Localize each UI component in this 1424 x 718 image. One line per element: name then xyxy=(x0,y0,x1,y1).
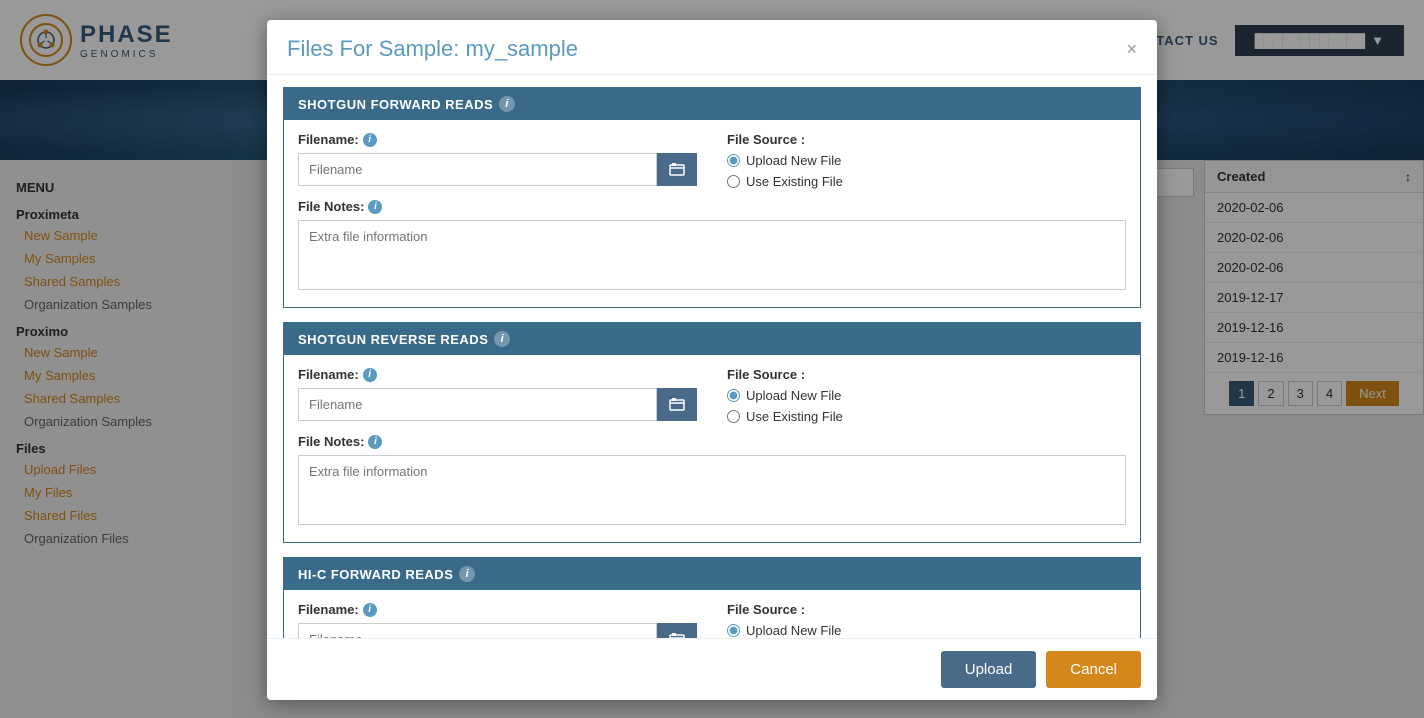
shotgun-forward-source-options: Upload New File Use Existing File xyxy=(727,153,1126,189)
hic-forward-info-icon[interactable]: i xyxy=(459,566,475,582)
shotgun-forward-filename-group: Filename: i xyxy=(298,132,697,189)
modal-close-button[interactable]: × xyxy=(1126,40,1137,58)
shotgun-reverse-body: Filename: i xyxy=(284,355,1140,542)
modal-header: Files For Sample: my_sample × xyxy=(267,20,1157,75)
shotgun-reverse-section: SHOTGUN REVERSE READS i Filename: i xyxy=(283,322,1141,543)
modal-overlay: Files For Sample: my_sample × SHOTGUN FO… xyxy=(0,0,1424,718)
sr-notes-info-icon[interactable]: i xyxy=(368,435,382,449)
shotgun-forward-upload-radio[interactable] xyxy=(727,154,740,167)
hic-forward-filename-input-row xyxy=(298,623,697,638)
shotgun-reverse-form-row: Filename: i xyxy=(298,367,1126,424)
shotgun-forward-filename-label: Filename: i xyxy=(298,132,697,147)
shotgun-reverse-browse-button[interactable] xyxy=(657,388,697,421)
shotgun-reverse-notes-label: File Notes: i xyxy=(298,434,1126,449)
upload-button[interactable]: Upload xyxy=(941,651,1037,688)
shotgun-reverse-info-icon[interactable]: i xyxy=(494,331,510,347)
shotgun-reverse-upload-option[interactable]: Upload New File xyxy=(727,388,1126,403)
sr-filename-info-icon[interactable]: i xyxy=(363,368,377,382)
hic-forward-source-options: Upload New File Use Existing File xyxy=(727,623,1126,638)
shotgun-reverse-filename-input-row xyxy=(298,388,697,421)
shotgun-reverse-header: SHOTGUN REVERSE READS i xyxy=(284,323,1140,355)
modal-title: Files For Sample: my_sample xyxy=(287,36,578,62)
shotgun-reverse-filename-label: Filename: i xyxy=(298,367,697,382)
shotgun-reverse-existing-radio[interactable] xyxy=(727,410,740,423)
filename-info-icon[interactable]: i xyxy=(363,133,377,147)
shotgun-forward-upload-option[interactable]: Upload New File xyxy=(727,153,1126,168)
hic-forward-filename-group: Filename: i xyxy=(298,602,697,638)
hic-forward-source-label: File Source : xyxy=(727,602,1126,617)
hic-forward-source-group: File Source : Upload New File Use Existi… xyxy=(727,602,1126,638)
cancel-button[interactable]: Cancel xyxy=(1046,651,1141,688)
files-modal: Files For Sample: my_sample × SHOTGUN FO… xyxy=(267,20,1157,700)
shotgun-reverse-notes-input[interactable] xyxy=(298,455,1126,525)
shotgun-forward-existing-option[interactable]: Use Existing File xyxy=(727,174,1126,189)
hic-forward-form-row: Filename: i xyxy=(298,602,1126,638)
shotgun-forward-notes-group: File Notes: i xyxy=(298,199,1126,295)
shotgun-forward-body: Filename: i xyxy=(284,120,1140,307)
shotgun-reverse-source-group: File Source : Upload New File Use Existi… xyxy=(727,367,1126,424)
shotgun-forward-browse-button[interactable] xyxy=(657,153,697,186)
shotgun-forward-notes-input[interactable] xyxy=(298,220,1126,290)
shotgun-forward-filename-input-row xyxy=(298,153,697,186)
shotgun-reverse-source-label: File Source : xyxy=(727,367,1126,382)
shotgun-forward-source-group: File Source : Upload New File Use Existi… xyxy=(727,132,1126,189)
shotgun-forward-info-icon[interactable]: i xyxy=(499,96,515,112)
shotgun-forward-filename-input[interactable] xyxy=(298,153,657,186)
shotgun-forward-header: SHOTGUN FORWARD READS i xyxy=(284,88,1140,120)
hic-forward-upload-option[interactable]: Upload New File xyxy=(727,623,1126,638)
modal-body: SHOTGUN FORWARD READS i Filename: i xyxy=(267,75,1157,638)
shotgun-forward-existing-radio[interactable] xyxy=(727,175,740,188)
shotgun-reverse-source-options: Upload New File Use Existing File xyxy=(727,388,1126,424)
hic-forward-browse-button[interactable] xyxy=(657,623,697,638)
hic-forward-filename-input[interactable] xyxy=(298,623,657,638)
hic-filename-info-icon[interactable]: i xyxy=(363,603,377,617)
shotgun-forward-notes-label: File Notes: i xyxy=(298,199,1126,214)
shotgun-reverse-existing-option[interactable]: Use Existing File xyxy=(727,409,1126,424)
shotgun-forward-form-row: Filename: i xyxy=(298,132,1126,189)
shotgun-reverse-filename-group: Filename: i xyxy=(298,367,697,424)
hic-forward-body: Filename: i xyxy=(284,590,1140,638)
modal-footer: Upload Cancel xyxy=(267,638,1157,700)
hic-forward-filename-label: Filename: i xyxy=(298,602,697,617)
shotgun-forward-source-label: File Source : xyxy=(727,132,1126,147)
notes-info-icon[interactable]: i xyxy=(368,200,382,214)
shotgun-forward-section: SHOTGUN FORWARD READS i Filename: i xyxy=(283,87,1141,308)
hic-forward-header: HI-C FORWARD READS i xyxy=(284,558,1140,590)
hic-forward-upload-radio[interactable] xyxy=(727,624,740,637)
shotgun-reverse-notes-group: File Notes: i xyxy=(298,434,1126,530)
shotgun-reverse-filename-input[interactable] xyxy=(298,388,657,421)
shotgun-reverse-upload-radio[interactable] xyxy=(727,389,740,402)
hic-forward-section: HI-C FORWARD READS i Filename: i xyxy=(283,557,1141,638)
